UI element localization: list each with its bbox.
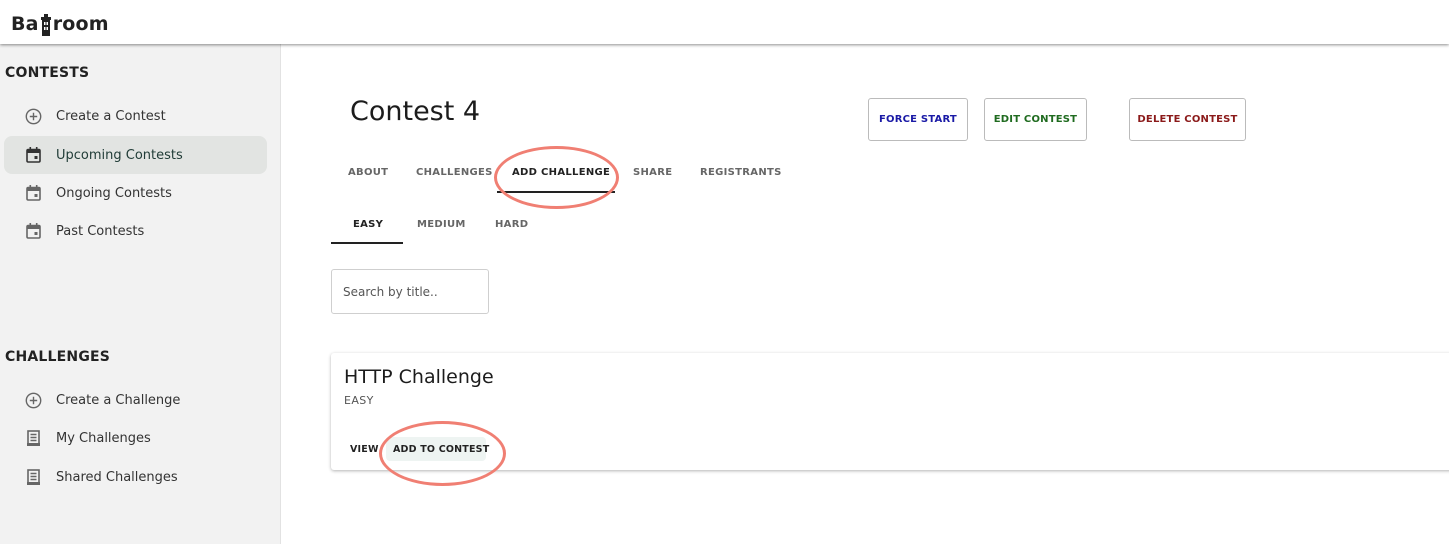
calendar-icon (24, 184, 42, 202)
challenges-section-title: CHALLENGES (5, 349, 111, 365)
challenge-difficulty: EASY (344, 394, 374, 407)
document-icon (24, 429, 42, 447)
sidebar-item-create-contest[interactable]: Create a Contest (4, 97, 267, 135)
add-circle-icon (24, 391, 42, 409)
logo-text-right: room (52, 13, 109, 35)
active-tab-indicator (497, 191, 615, 193)
active-difficulty-indicator (331, 242, 403, 244)
add-circle-icon (24, 107, 42, 125)
calendar-icon (24, 222, 42, 240)
search-input[interactable] (331, 269, 489, 314)
tab-challenges[interactable]: CHALLENGES (416, 167, 493, 178)
tab-add-challenge[interactable]: ADD CHALLENGE (512, 167, 610, 178)
sidebar-item-label: Create a Contest (56, 108, 166, 124)
tab-registrants[interactable]: REGISTRANTS (700, 167, 782, 178)
calendar-icon (24, 146, 42, 164)
sidebar-item-label: My Challenges (56, 430, 151, 446)
sidebar-item-shared-challenges[interactable]: Shared Challenges (4, 458, 267, 496)
page-title: Contest 4 (350, 96, 481, 127)
document-icon (24, 468, 42, 486)
sidebar-item-label: Past Contests (56, 223, 145, 239)
tab-share[interactable]: SHARE (633, 167, 672, 178)
sidebar-item-label: Create a Challenge (56, 392, 181, 408)
sidebar-item-create-challenge[interactable]: Create a Challenge (4, 381, 267, 419)
tab-hard[interactable]: HARD (495, 219, 528, 230)
logo-text-left: Ba (11, 13, 39, 35)
sidebar-item-label: Upcoming Contests (56, 147, 183, 163)
tab-medium[interactable]: MEDIUM (417, 219, 466, 230)
delete-contest-button[interactable]: DELETE CONTEST (1129, 98, 1246, 141)
tower-icon (40, 14, 51, 36)
edit-contest-button[interactable]: EDIT CONTEST (984, 98, 1087, 141)
top-bar: Ba room (0, 0, 1449, 44)
add-to-contest-button[interactable]: ADD TO CONTEST (393, 444, 489, 455)
tab-easy[interactable]: EASY (353, 219, 383, 230)
view-button[interactable]: VIEW (350, 444, 379, 455)
sidebar-item-my-challenges[interactable]: My Challenges (4, 419, 267, 457)
sidebar: CONTESTS Create a Contest Upcoming Conte… (0, 44, 281, 544)
sidebar-item-past-contests[interactable]: Past Contests (4, 212, 267, 250)
ballroom-logo[interactable]: Ba room (11, 13, 109, 36)
tab-about[interactable]: ABOUT (348, 167, 388, 178)
challenge-title: HTTP Challenge (344, 366, 494, 388)
challenge-card: HTTP Challenge EASY VIEW ADD TO CONTEST (331, 353, 1449, 470)
sidebar-item-label: Shared Challenges (56, 469, 178, 485)
contests-section-title: CONTESTS (5, 65, 90, 81)
sidebar-item-ongoing-contests[interactable]: Ongoing Contests (4, 174, 267, 212)
sidebar-item-upcoming-contests[interactable]: Upcoming Contests (4, 136, 267, 174)
force-start-button[interactable]: FORCE START (868, 98, 968, 141)
sidebar-item-label: Ongoing Contests (56, 185, 172, 201)
